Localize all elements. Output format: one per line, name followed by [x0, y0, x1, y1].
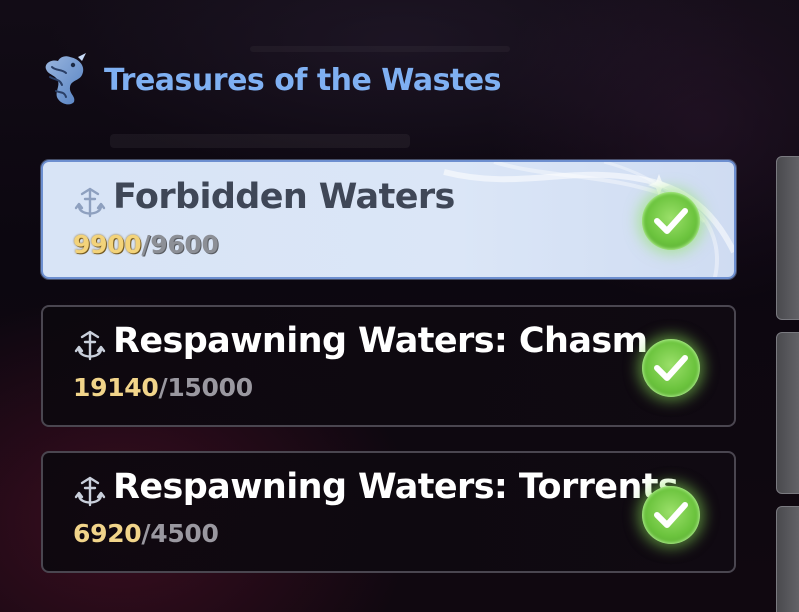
progress-current: 19140	[73, 373, 159, 402]
progress-separator: /	[141, 230, 151, 259]
anchor-trident-icon	[73, 329, 107, 365]
progress-separator: /	[158, 373, 168, 402]
side-tab[interactable]	[776, 506, 799, 612]
checkmark-icon	[642, 192, 700, 250]
quest-card-forbidden-waters[interactable]: Forbidden Waters 9900/9600	[41, 160, 736, 279]
quest-title: Respawning Waters: Chasm	[113, 321, 648, 361]
panel-header: Treasures of the Wastes	[38, 50, 501, 110]
progress-target: 9600	[150, 230, 219, 259]
quest-progress: 9900/9600	[73, 230, 219, 259]
quest-title: Respawning Waters: Torrents	[113, 467, 679, 507]
seahorse-emblem-icon	[38, 52, 92, 108]
quest-title: Forbidden Waters	[113, 177, 455, 217]
quest-card-respawning-waters-torrents[interactable]: Respawning Waters: Torrents 6920/4500	[41, 451, 736, 573]
quest-progress: 19140/15000	[73, 373, 253, 402]
progress-current: 6920	[73, 519, 142, 548]
quest-panel: Treasures of the Wastes Forbidden Waters…	[0, 0, 799, 612]
checkmark-icon	[642, 486, 700, 544]
progress-target: 15000	[167, 373, 253, 402]
anchor-trident-icon	[73, 475, 107, 511]
panel-title: Treasures of the Wastes	[104, 62, 501, 98]
progress-separator: /	[141, 519, 151, 548]
progress-target: 4500	[150, 519, 219, 548]
checkmark-icon	[642, 339, 700, 397]
side-tab[interactable]	[776, 332, 799, 494]
anchor-trident-icon	[73, 186, 107, 222]
quest-progress: 6920/4500	[73, 519, 219, 548]
progress-current: 9900	[73, 230, 142, 259]
background-decoration	[110, 134, 410, 148]
quest-card-respawning-waters-chasm[interactable]: Respawning Waters: Chasm 19140/15000	[41, 305, 736, 427]
side-tab[interactable]	[776, 156, 799, 320]
